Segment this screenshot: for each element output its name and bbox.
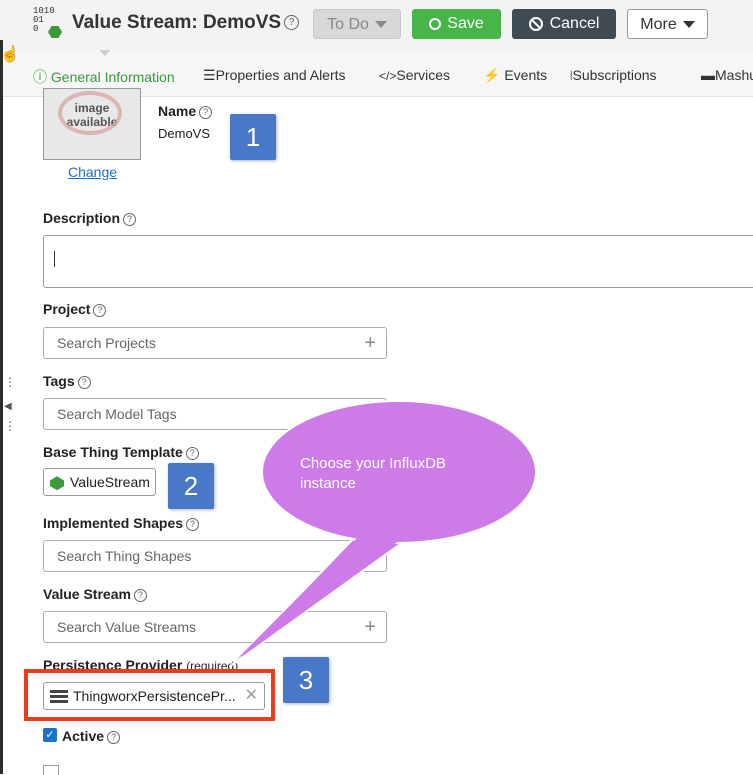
callout-bubble	[231, 400, 537, 666]
callout-text: Choose your InfluxDB instance	[300, 455, 446, 492]
